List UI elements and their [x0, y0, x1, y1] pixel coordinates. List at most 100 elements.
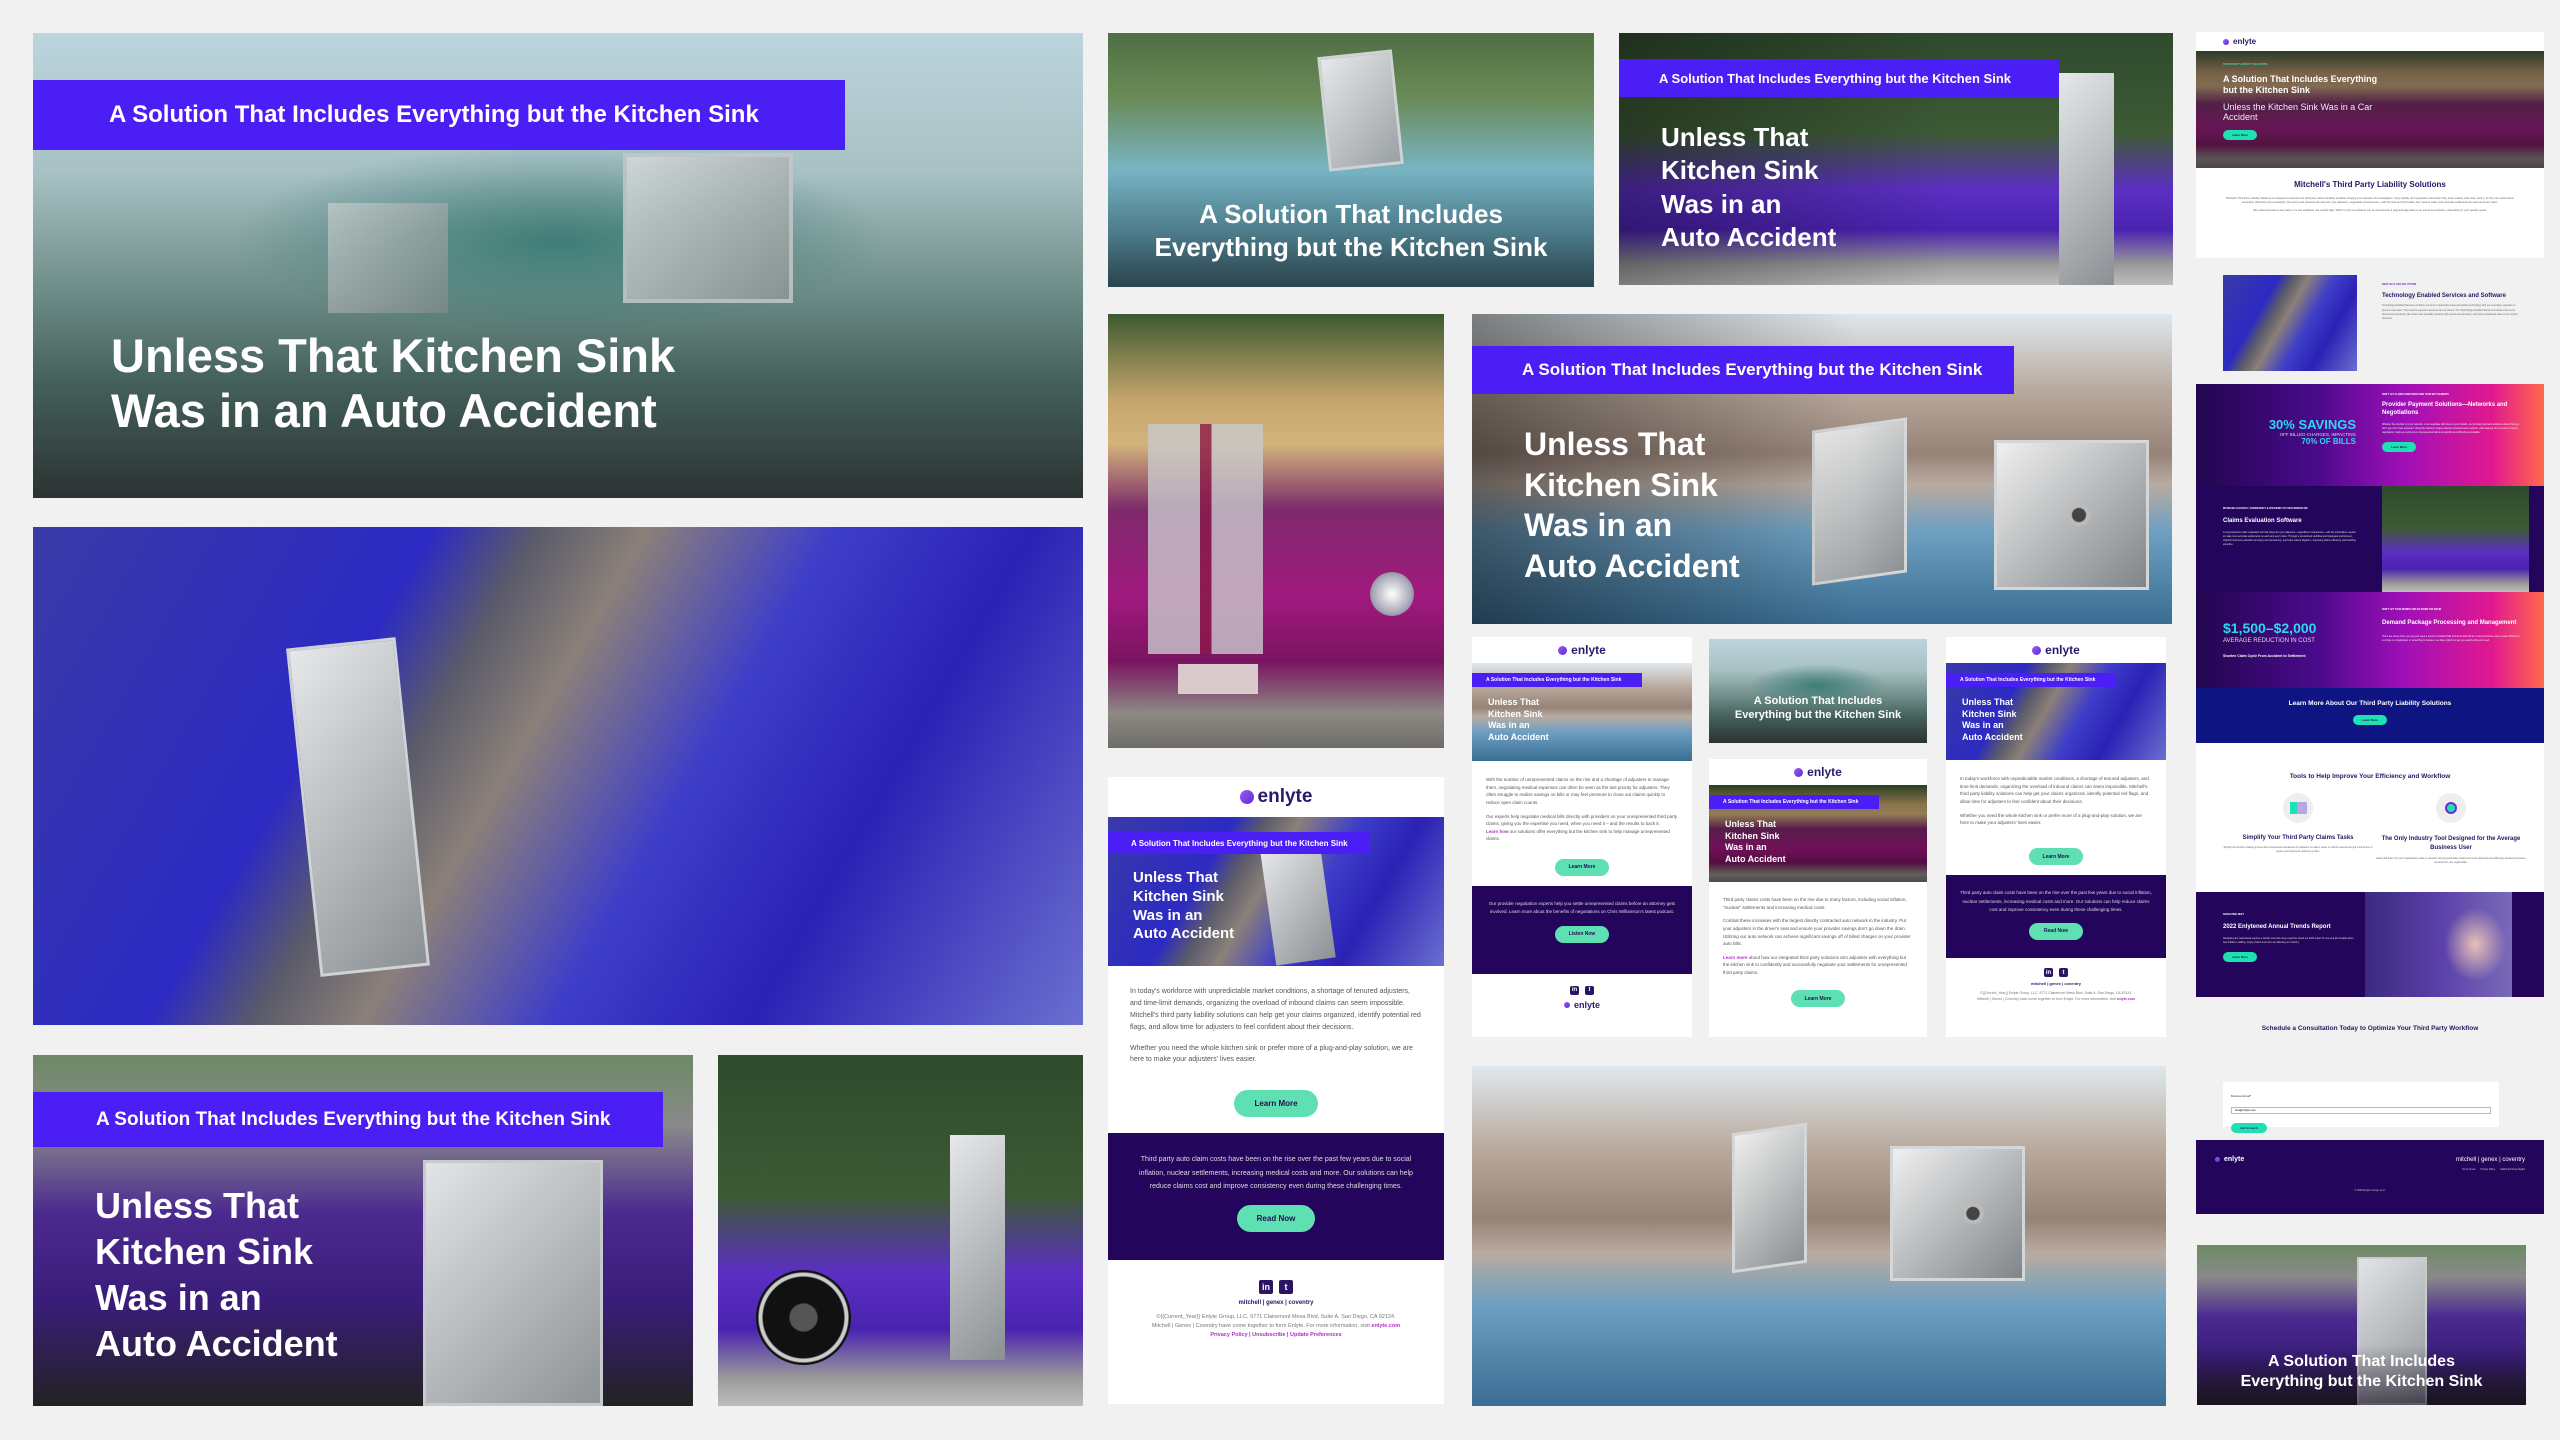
ces-text: A comprehensive claim evaluation tool th… [2223, 531, 2356, 547]
landing-hero: THIRD PARTY LIABILITY SOLUTIONS A Soluti… [2196, 51, 2544, 168]
headline-line: Was in an Auto Accident [111, 384, 657, 438]
tagline-banner: A Solution That Includes Everything but … [1709, 795, 1879, 809]
ppay-learn-more-button[interactable]: Learn More [2382, 442, 2416, 453]
headline-line: Auto Accident [1962, 732, 2023, 743]
landing-footer: enlyte mitchell | genex | coventry Terms… [2196, 1140, 2544, 1214]
tools-title: Tools to Help Improve Your Efficiency an… [2289, 773, 2451, 780]
hero-learn-more-button[interactable]: Learn More [2223, 130, 2257, 141]
headline-line: Was in an [1661, 188, 1782, 219]
headline-line: Auto Accident [95, 1323, 338, 1365]
email-footer: in t enlyte [1472, 974, 1692, 1012]
headline-line: Was in an [1524, 507, 1673, 544]
caption-line: A Solution That Includes [1199, 199, 1503, 229]
tech-text: Technology Enabled Services combine our … [2382, 304, 2518, 321]
learn-more-button[interactable]: Learn More [1234, 1090, 1318, 1118]
email-footer: in t mitchell | genex | coventry ©{{Curr… [1108, 1260, 1444, 1338]
tools-section: Tools to Help Improve Your Efficiency an… [2196, 743, 2544, 892]
tech-section: BEST IN CLASS SOLUTIONS Technology Enabl… [2196, 258, 2544, 371]
ad-tile-mx5-photo [718, 1055, 1083, 1406]
intro-title: Mitchell's Third Party Liability Solutio… [2294, 180, 2446, 189]
hero-subtitle: Unless the Kitchen Sink Was in a Car Acc… [2223, 101, 2373, 123]
privacy-link[interactable]: Privacy Policy [2481, 1169, 2495, 1171]
body-paragraph: Third party claims costs have been on th… [1723, 897, 1907, 910]
headline-line: Kitchen Sink [95, 1231, 314, 1273]
ca-privacy-link[interactable]: California Privacy Rights [2500, 1169, 2525, 1171]
ad-tile-purple-sedan: A Solution That Includes Everything but … [33, 1055, 693, 1406]
learn-more-button[interactable]: Learn More [1791, 990, 1845, 1008]
woman-touchscreen-photo [2365, 892, 2512, 997]
report-title: 2022 Enlytened Annual Trends Report [2223, 924, 2331, 930]
footer-merger-text: Mitchell | Genex | Coventry have come to… [1151, 1323, 1372, 1330]
terms-link[interactable]: Terms of Use [2462, 1169, 2476, 1171]
body-paragraph: Whether you need the whole kitchen sink … [1130, 1044, 1413, 1064]
twitter-icon[interactable]: t [2059, 968, 2068, 978]
headline-line: Was in an [1133, 906, 1203, 924]
caption-line: Everything but the Kitchen Sink [1734, 708, 1902, 721]
truck-photo [1709, 639, 1927, 743]
learn-more-link[interactable]: Learn more [1723, 955, 1748, 960]
read-now-button[interactable]: Read Now [2029, 922, 2083, 940]
learn-more-title: Learn More About Our Third Party Liabili… [2288, 700, 2452, 707]
blue-car-photo [33, 527, 1083, 1025]
consult-form: Business Email* Get in touch [2223, 1082, 2499, 1133]
twitter-icon[interactable]: t [1585, 985, 1594, 995]
ad-tile-desert-photo [1472, 1066, 2166, 1406]
business-email-input[interactable] [2231, 1106, 2491, 1114]
learn-more-section: Learn More About Our Third Party Liabili… [2196, 688, 2544, 743]
caption-line: A Solution That Includes [2268, 1353, 2455, 1370]
ad-tile-blue-car [33, 527, 1083, 1025]
get-in-touch-button[interactable]: Get in touch [2231, 1123, 2267, 1133]
unsubscribe-link[interactable]: Unsubscribe [1252, 1332, 1285, 1338]
license-plate [1178, 664, 1258, 694]
report-text: Navigating the road ahead requires a hol… [2223, 937, 2354, 945]
read-now-button[interactable]: Read Now [1237, 1205, 1315, 1233]
ad-tile-convertible: A Solution That Includes Everything but … [1108, 33, 1594, 287]
listen-now-button[interactable]: Listen Now [1555, 925, 1609, 943]
headline-line: Unless That [1962, 697, 2014, 707]
body-paragraph: Combat these increases with the largest … [1723, 918, 1911, 947]
sink-photo-detail [1994, 440, 2149, 590]
email-hero: A Solution That Includes Everything but … [1709, 785, 1927, 882]
hero-title: A Solution That Includes Everything but … [2223, 74, 2378, 96]
enlyte-wordmark: enlyte [2233, 37, 2257, 46]
twitter-icon[interactable]: t [1279, 1280, 1293, 1295]
linkedin-icon[interactable]: in [2044, 968, 2053, 978]
headline: Unless That Kitchen Sink Was in an Auto … [1962, 697, 2023, 744]
email-dark-section: Third party auto claim costs have been o… [1946, 875, 2166, 959]
body-paragraph: Whether you need the whole kitchen sink … [1960, 812, 2142, 826]
cost-stat-sub: Shorten Claim Cycle From Accident to Set… [2223, 654, 2306, 658]
desert-convertible-photo [1472, 1066, 2166, 1406]
update-preferences-link[interactable]: Update Preferences [1290, 1332, 1342, 1338]
sink-photo-detail [2059, 73, 2114, 285]
headline-line: Unless That [1524, 426, 1706, 462]
site-link[interactable]: enlyte.com [2117, 997, 2135, 1001]
solutions-learn-more-button[interactable]: Learn More [2353, 715, 2387, 725]
enlyte-logo: enlyte [1946, 637, 2166, 663]
linkedin-icon[interactable]: in [1259, 1280, 1273, 1295]
headline-line: Auto Accident [1524, 547, 1740, 584]
headline-line: Kitchen Sink [1661, 155, 1819, 186]
enlyte-logo[interactable]: enlyte [2215, 1156, 2244, 1163]
privacy-policy-link[interactable]: Privacy Policy [1210, 1332, 1247, 1338]
enlyte-logo[interactable]: enlyte [2223, 37, 2256, 46]
caption-line: Everything but the Kitchen Sink [1154, 231, 1548, 262]
sink-photo-detail [423, 1160, 603, 1406]
email-mockup-a: enlyte A Solution That Includes Everythi… [1472, 637, 1692, 1037]
headline: Unless That Kitchen Sink Was in an Auto … [95, 1183, 338, 1367]
email-hero: A Solution That Includes Everything but … [1108, 817, 1444, 966]
report-learn-more-button[interactable]: Learn More [2223, 952, 2257, 963]
ad-tile-mx5-banner: A Solution That Includes Everything but … [1619, 33, 2173, 285]
blue-car-photo [2223, 275, 2357, 371]
learn-more-button[interactable]: Learn More [1555, 858, 1609, 876]
site-link[interactable]: enlyte.com [1371, 1323, 1400, 1329]
linkedin-icon[interactable]: in [1570, 985, 1579, 995]
headline-line: Kitchen Sink [1524, 466, 1718, 503]
ppay-title: Provider Payment Solutions—Networks and … [2382, 402, 2508, 417]
footer-address: ©{{Current_Year}} Enlyte Group, LLC. 977… [1979, 991, 2133, 996]
sink-photo-detail [1890, 1146, 2025, 1281]
body-paragraph: In today's workforce with unpredictable … [1130, 988, 1421, 1031]
learn-how-link[interactable]: Learn how [1486, 829, 1509, 834]
email-hero: A Solution That Includes Everything but … [1946, 663, 2166, 760]
learn-more-button[interactable]: Learn More [2029, 848, 2083, 866]
headlight-detail [1370, 572, 1414, 616]
